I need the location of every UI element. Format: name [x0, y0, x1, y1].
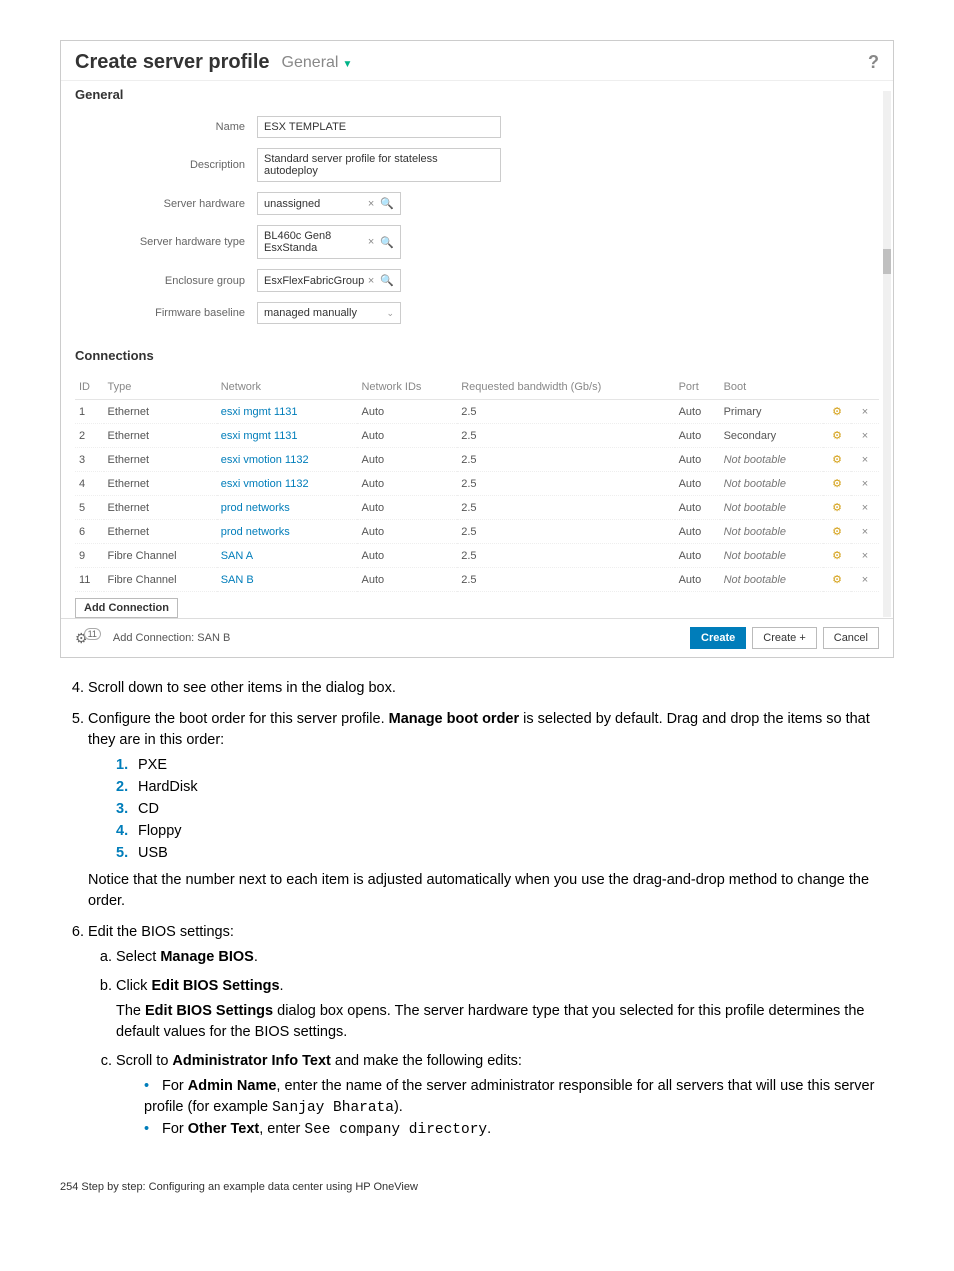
gear-icon[interactable]: ⚙11 — [75, 630, 105, 647]
col-boot: Boot — [720, 375, 823, 400]
table-row: 6Ethernetprod networksAuto2.5AutoNot boo… — [75, 520, 879, 544]
gear-icon[interactable]: ⚙ — [823, 400, 851, 424]
footer-status-text: Add Connection: SAN B — [113, 632, 230, 644]
name-label: Name — [75, 121, 257, 133]
description-label: Description — [75, 159, 257, 171]
clear-icon[interactable]: × — [368, 236, 374, 248]
step-6a: Select Manage BIOS. — [116, 947, 894, 968]
network-link[interactable]: SAN A — [217, 544, 358, 568]
close-icon[interactable]: × — [851, 472, 879, 496]
close-icon[interactable]: × — [851, 400, 879, 424]
name-input[interactable]: ESX TEMPLATE — [257, 116, 501, 138]
boot-order-list: 1.PXE2.HardDisk3.CD4.Floppy5.USB — [88, 755, 894, 864]
firmware-baseline-select[interactable]: managed manually ⌄ — [257, 302, 401, 324]
network-link[interactable]: esxi vmotion 1132 — [217, 448, 358, 472]
search-icon[interactable]: 🔍 — [380, 274, 394, 287]
close-icon[interactable]: × — [851, 520, 879, 544]
enclosure-group-input[interactable]: EsxFlexFabricGroup × 🔍 — [257, 269, 401, 292]
chevron-down-icon: ⌄ — [386, 308, 394, 319]
network-link[interactable]: prod networks — [217, 520, 358, 544]
col-id: ID — [75, 375, 104, 400]
search-icon[interactable]: 🔍 — [380, 236, 394, 249]
table-row: 11Fibre ChannelSAN BAuto2.5AutoNot boota… — [75, 568, 879, 592]
server-hardware-input[interactable]: unassigned × 🔍 — [257, 192, 401, 215]
dialog-header: Create server profile General▼ ? — [61, 41, 893, 81]
create-server-profile-dialog: Create server profile General▼ ? General… — [60, 40, 894, 658]
help-icon[interactable]: ? — [868, 52, 879, 73]
step-5: Configure the boot order for this server… — [88, 709, 894, 912]
create-button[interactable]: Create — [690, 627, 746, 649]
enclosure-group-label: Enclosure group — [75, 275, 257, 287]
table-row: 9Fibre ChannelSAN AAuto2.5AutoNot bootab… — [75, 544, 879, 568]
list-item: 1.PXE — [116, 755, 894, 776]
network-link[interactable]: prod networks — [217, 496, 358, 520]
general-form: Name ESX TEMPLATE Description Standard s… — [61, 108, 893, 342]
section-dropdown[interactable]: General▼ — [282, 54, 353, 72]
network-link[interactable]: SAN B — [217, 568, 358, 592]
status-count: 11 — [84, 628, 101, 640]
gear-icon[interactable]: ⚙ — [823, 496, 851, 520]
close-icon[interactable]: × — [851, 568, 879, 592]
list-item: 3.CD — [116, 799, 894, 820]
list-item: 2.HardDisk — [116, 777, 894, 798]
table-row: 2Ethernetesxi mgmt 1131Auto2.5AutoSecond… — [75, 424, 879, 448]
general-section-label: General — [61, 81, 893, 108]
document-body: Scroll down to see other items in the di… — [60, 678, 894, 1141]
col-port: Port — [675, 375, 720, 400]
gear-icon[interactable]: ⚙ — [823, 520, 851, 544]
page-footer: 254 Step by step: Configuring an example… — [60, 1181, 894, 1193]
col-network: Network — [217, 375, 358, 400]
server-hardware-type-label: Server hardware type — [75, 236, 257, 248]
table-row: 3Ethernetesxi vmotion 1132Auto2.5AutoNot… — [75, 448, 879, 472]
connections-section-label: Connections — [61, 342, 893, 369]
step-4: Scroll down to see other items in the di… — [88, 678, 894, 699]
create-plus-button[interactable]: Create + — [752, 627, 817, 649]
clear-icon[interactable]: × — [368, 275, 374, 287]
description-input[interactable]: Standard server profile for stateless au… — [257, 148, 501, 182]
col-network-ids: Network IDs — [357, 375, 457, 400]
add-connection-button[interactable]: Add Connection — [75, 598, 178, 618]
bullet-other-text: For Other Text, enter See company direct… — [144, 1119, 894, 1141]
step-6: Edit the BIOS settings: Select Manage BI… — [88, 922, 894, 1141]
list-item: 4.Floppy — [116, 821, 894, 842]
close-icon[interactable]: × — [851, 448, 879, 472]
bullet-admin-name: For Admin Name, enter the name of the se… — [144, 1076, 894, 1119]
connections-table: ID Type Network Network IDs Requested ba… — [75, 375, 879, 592]
search-icon[interactable]: 🔍 — [380, 197, 394, 210]
table-row: 1Ethernetesxi mgmt 1131Auto2.5AutoPrimar… — [75, 400, 879, 424]
scrollbar-thumb[interactable] — [883, 249, 891, 274]
network-link[interactable]: esxi mgmt 1131 — [217, 424, 358, 448]
chevron-down-icon: ▼ — [342, 59, 352, 70]
network-link[interactable]: esxi vmotion 1132 — [217, 472, 358, 496]
step-6b: Click Edit BIOS Settings. The Edit BIOS … — [116, 976, 894, 1043]
gear-icon[interactable]: ⚙ — [823, 424, 851, 448]
dialog-footer: ⚙11 Add Connection: SAN B Create Create … — [61, 618, 893, 657]
scrollbar[interactable] — [883, 91, 891, 617]
close-icon[interactable]: × — [851, 544, 879, 568]
col-bandwidth: Requested bandwidth (Gb/s) — [457, 375, 674, 400]
gear-icon[interactable]: ⚙ — [823, 568, 851, 592]
close-icon[interactable]: × — [851, 424, 879, 448]
gear-icon[interactable]: ⚙ — [823, 472, 851, 496]
close-icon[interactable]: × — [851, 496, 879, 520]
server-hardware-type-input[interactable]: BL460c Gen8 EsxStanda × 🔍 — [257, 225, 401, 259]
dialog-title: Create server profile — [75, 51, 270, 74]
cancel-button[interactable]: Cancel — [823, 627, 879, 649]
list-item: 5.USB — [116, 843, 894, 864]
col-type: Type — [104, 375, 217, 400]
step-6c: Scroll to Administrator Info Text and ma… — [116, 1051, 894, 1141]
network-link[interactable]: esxi mgmt 1131 — [217, 400, 358, 424]
table-row: 5Ethernetprod networksAuto2.5AutoNot boo… — [75, 496, 879, 520]
table-row: 4Ethernetesxi vmotion 1132Auto2.5AutoNot… — [75, 472, 879, 496]
server-hardware-label: Server hardware — [75, 198, 257, 210]
clear-icon[interactable]: × — [368, 198, 374, 210]
gear-icon[interactable]: ⚙ — [823, 544, 851, 568]
gear-icon[interactable]: ⚙ — [823, 448, 851, 472]
firmware-baseline-label: Firmware baseline — [75, 307, 257, 319]
